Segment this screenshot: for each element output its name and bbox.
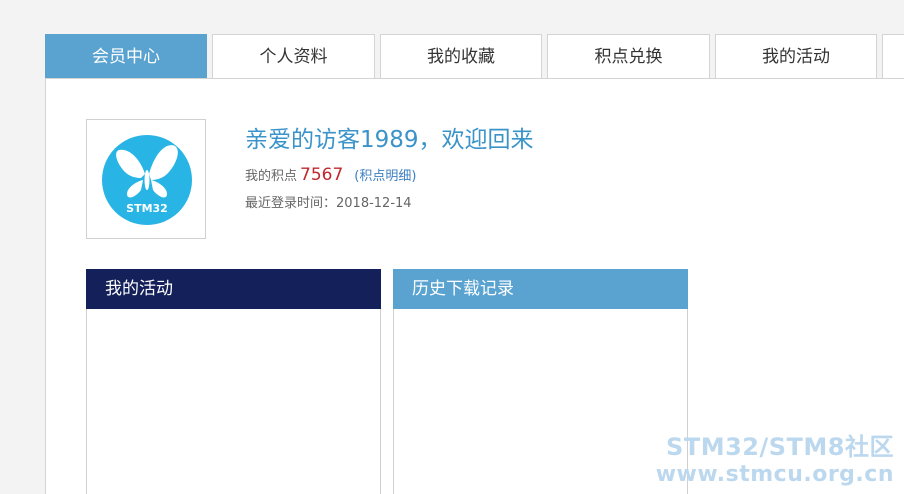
site-watermark: STM32/STM8社区 www.stmcu.org.cn (656, 433, 894, 489)
tab-more[interactable] (882, 34, 904, 79)
points-value: 7567 (300, 165, 344, 185)
avatar-logo-text: STM32 (126, 202, 168, 215)
avatar: STM32 (86, 119, 206, 239)
stm32-butterfly-logo-icon: STM32 (102, 135, 192, 225)
last-login-time: 最近登录时间：2018-12-14 (245, 196, 412, 211)
points-label: 我的积点 (245, 169, 298, 184)
tab-my-activities[interactable]: 我的活动 (715, 34, 877, 79)
points-detail-link[interactable]: (积点明细) (354, 169, 416, 184)
tab-profile[interactable]: 个人资料 (212, 34, 375, 79)
download-history-header: 历史下载记录 (393, 269, 688, 309)
watermark-line1: STM32/STM8社区 (666, 433, 894, 461)
points-line: 我的积点 7567 (积点明细) (245, 165, 416, 185)
watermark-line2: www.stmcu.org.cn (655, 462, 894, 487)
tab-points-exchange[interactable]: 积点兑换 (547, 34, 710, 79)
download-history-box: 历史下载记录 (393, 269, 688, 494)
tab-member-center[interactable]: 会员中心 (45, 34, 207, 79)
my-activities-header: 我的活动 (86, 269, 381, 309)
member-tabs: 会员中心 个人资料 我的收藏 积点兑换 我的活动 (45, 34, 904, 79)
tab-favorites[interactable]: 我的收藏 (380, 34, 542, 79)
welcome-message: 亲爱的访客1989，欢迎回来 (245, 127, 534, 153)
my-activities-box: 我的活动 (86, 269, 381, 494)
